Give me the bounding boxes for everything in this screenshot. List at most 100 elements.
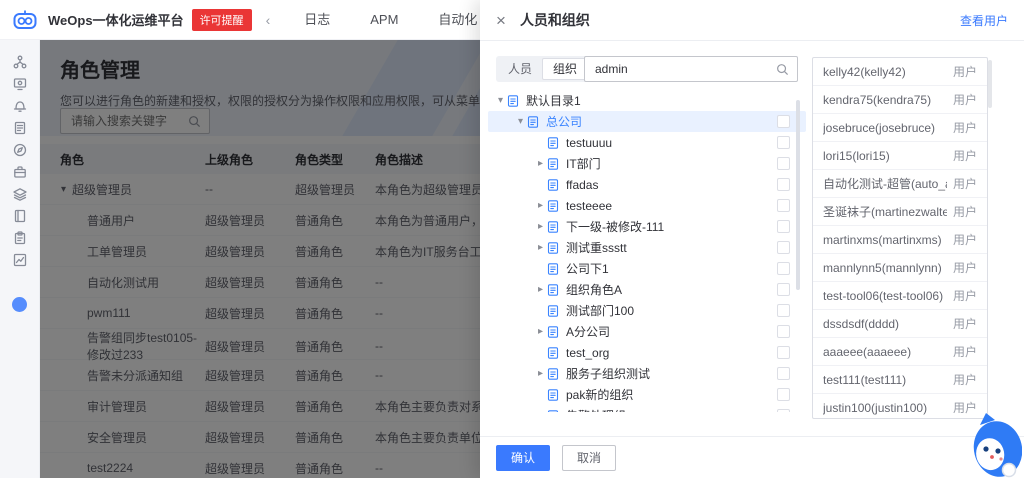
layers-icon[interactable] bbox=[12, 186, 28, 202]
user-name: dssdsdf(dddd) bbox=[823, 317, 947, 331]
org-node-icon bbox=[547, 242, 561, 254]
mascot-assistant-icon[interactable] bbox=[964, 405, 1022, 478]
user-list-item[interactable]: josebruce(josebruce)用户 bbox=[813, 114, 987, 142]
tree-scrollbar[interactable] bbox=[796, 100, 800, 290]
user-list-item[interactable]: kelly42(kelly42)用户 bbox=[813, 58, 987, 86]
user-list-item[interactable]: mannlynn5(mannlynn)用户 bbox=[813, 254, 987, 282]
user-name: 自动化测试-超管(auto_ad... bbox=[823, 175, 947, 192]
tree-item[interactable]: ▸testeeee bbox=[488, 195, 806, 216]
user-type-tag: 用户 bbox=[953, 147, 977, 164]
tree-item[interactable]: ▸服务子组织测试 bbox=[488, 363, 806, 384]
tree-item[interactable]: ▾总公司 bbox=[488, 111, 806, 132]
tab-organization[interactable]: 组织 bbox=[542, 58, 588, 80]
user-list-scrollbar[interactable] bbox=[988, 60, 992, 108]
tree-caret-right-icon[interactable]: ▸ bbox=[534, 284, 547, 295]
tree-item[interactable]: pak新的组织 bbox=[488, 384, 806, 405]
notebook-icon[interactable] bbox=[12, 208, 28, 224]
app-title: WeOps一体化运维平台 bbox=[48, 10, 184, 29]
tree-checkbox[interactable] bbox=[777, 199, 790, 212]
org-tree: ▾ 默认目录1 ▾总公司testuuuu▸IT部门ffadas▸testeeee▸下… bbox=[488, 90, 806, 412]
tree-item[interactable]: 告警处理组 bbox=[488, 405, 806, 412]
tree-caret-right-icon[interactable]: ▸ bbox=[534, 326, 547, 337]
user-list-item[interactable]: justin100(justin100)用户 bbox=[813, 394, 987, 419]
org-node-icon bbox=[547, 410, 561, 413]
tree-item[interactable]: test_org bbox=[488, 342, 806, 363]
alarm-icon[interactable] bbox=[12, 98, 28, 114]
user-name: test-tool06(test-tool06) bbox=[823, 289, 947, 303]
tree-item[interactable]: 公司下1 bbox=[488, 258, 806, 279]
tree-item[interactable]: ▸A分公司 bbox=[488, 321, 806, 342]
tree-caret-down-icon[interactable]: ▾ bbox=[494, 95, 507, 106]
tree-checkbox[interactable] bbox=[777, 409, 790, 412]
user-list-item[interactable]: aaaeee(aaaeee)用户 bbox=[813, 338, 987, 366]
tree-checkbox[interactable] bbox=[777, 367, 790, 380]
tree-item[interactable]: ▸下一级-被修改-111 bbox=[488, 216, 806, 237]
chart-icon[interactable] bbox=[12, 252, 28, 268]
confirm-button[interactable]: 确认 bbox=[496, 445, 550, 471]
tree-checkbox[interactable] bbox=[777, 304, 790, 317]
report-icon[interactable] bbox=[12, 120, 28, 136]
nav-item[interactable]: 日志 bbox=[284, 0, 350, 40]
org-structure-icon[interactable] bbox=[12, 54, 28, 70]
user-list-item[interactable]: kendra75(kendra75)用户 bbox=[813, 86, 987, 114]
org-node-icon bbox=[547, 179, 561, 191]
user-list-item[interactable]: 自动化测试-超管(auto_ad...用户 bbox=[813, 170, 987, 198]
drawer-footer: 确认 取消 bbox=[480, 436, 1024, 478]
tree-node-label: test_org bbox=[566, 346, 609, 360]
member-search-input[interactable] bbox=[593, 61, 776, 77]
tree-checkbox[interactable] bbox=[777, 283, 790, 296]
user-type-tag: 用户 bbox=[953, 315, 977, 332]
user-list-item[interactable]: lori15(lori15)用户 bbox=[813, 142, 987, 170]
cancel-button[interactable]: 取消 bbox=[562, 445, 616, 471]
tree-checkbox[interactable] bbox=[777, 241, 790, 254]
tree-item[interactable]: ffadas bbox=[488, 174, 806, 195]
tree-caret-down-icon[interactable]: ▾ bbox=[514, 116, 527, 127]
tree-node-label: 测试部门100 bbox=[566, 302, 634, 319]
tree-item[interactable]: ▸IT部门 bbox=[488, 153, 806, 174]
org-node-icon bbox=[547, 347, 561, 359]
tree-caret-right-icon[interactable]: ▸ bbox=[534, 200, 547, 211]
tree-checkbox[interactable] bbox=[777, 136, 790, 149]
license-badge[interactable]: 许可提醒 bbox=[192, 9, 252, 31]
briefcase-icon[interactable] bbox=[12, 164, 28, 180]
active-app-dot[interactable] bbox=[12, 296, 28, 312]
clipboard-icon[interactable] bbox=[12, 230, 28, 246]
close-icon[interactable]: × bbox=[496, 12, 506, 29]
app-logo-icon[interactable] bbox=[12, 7, 38, 33]
tree-checkbox[interactable] bbox=[777, 115, 790, 128]
tree-caret-right-icon[interactable]: ▸ bbox=[534, 158, 547, 169]
tree-caret-right-icon[interactable]: ▸ bbox=[534, 221, 547, 232]
tree-item[interactable]: ▸组织角色A bbox=[488, 279, 806, 300]
user-list-item[interactable]: test111(test111)用户 bbox=[813, 366, 987, 394]
user-list-item[interactable]: dssdsdf(dddd) 用户 bbox=[813, 310, 987, 338]
modal-backdrop[interactable] bbox=[40, 40, 480, 478]
tree-checkbox[interactable] bbox=[777, 262, 790, 275]
tree-checkbox[interactable] bbox=[777, 157, 790, 170]
tab-people[interactable]: 人员 bbox=[498, 58, 542, 80]
tree-node-label: 默认目录1 bbox=[526, 92, 581, 109]
user-name: justin100(justin100) bbox=[823, 401, 947, 415]
user-list-item[interactable]: test-tool06(test-tool06)用户 bbox=[813, 282, 987, 310]
tree-item[interactable]: 测试部门100 bbox=[488, 300, 806, 321]
people-org-drawer: × 人员和组织 查看用户 人员组织 ▾默认目录1▾总公司testuuuu▸IT部… bbox=[480, 0, 1024, 478]
user-list-item[interactable]: martinxms(martinxms)用户 bbox=[813, 226, 987, 254]
user-name: kelly42(kelly42) bbox=[823, 65, 947, 79]
compass-icon[interactable] bbox=[12, 142, 28, 158]
view-users-link[interactable]: 查看用户 bbox=[960, 12, 1008, 29]
nav-collapse-chevron-icon[interactable]: ‹ bbox=[266, 12, 271, 28]
tree-checkbox[interactable] bbox=[777, 220, 790, 233]
tree-caret-right-icon[interactable]: ▸ bbox=[534, 242, 547, 253]
tree-item[interactable]: ▸测试重ssstt bbox=[488, 237, 806, 258]
app-window: { "topbar": { "app_title": "WeOps一体化运维平台… bbox=[0, 0, 1024, 478]
tree-item[interactable]: testuuuu bbox=[488, 132, 806, 153]
tree-item[interactable]: ▾ 默认目录1 bbox=[488, 90, 806, 111]
tree-caret-right-icon[interactable]: ▸ bbox=[534, 368, 547, 379]
user-list-item[interactable]: 圣诞袜子(martinezwalter)用户 bbox=[813, 198, 987, 226]
tree-checkbox[interactable] bbox=[777, 178, 790, 191]
tree-checkbox[interactable] bbox=[777, 325, 790, 338]
monitor-icon[interactable] bbox=[12, 76, 28, 92]
org-node-icon bbox=[547, 284, 561, 296]
tree-checkbox[interactable] bbox=[777, 346, 790, 359]
nav-item[interactable]: APM bbox=[350, 0, 418, 40]
tree-checkbox[interactable] bbox=[777, 388, 790, 401]
